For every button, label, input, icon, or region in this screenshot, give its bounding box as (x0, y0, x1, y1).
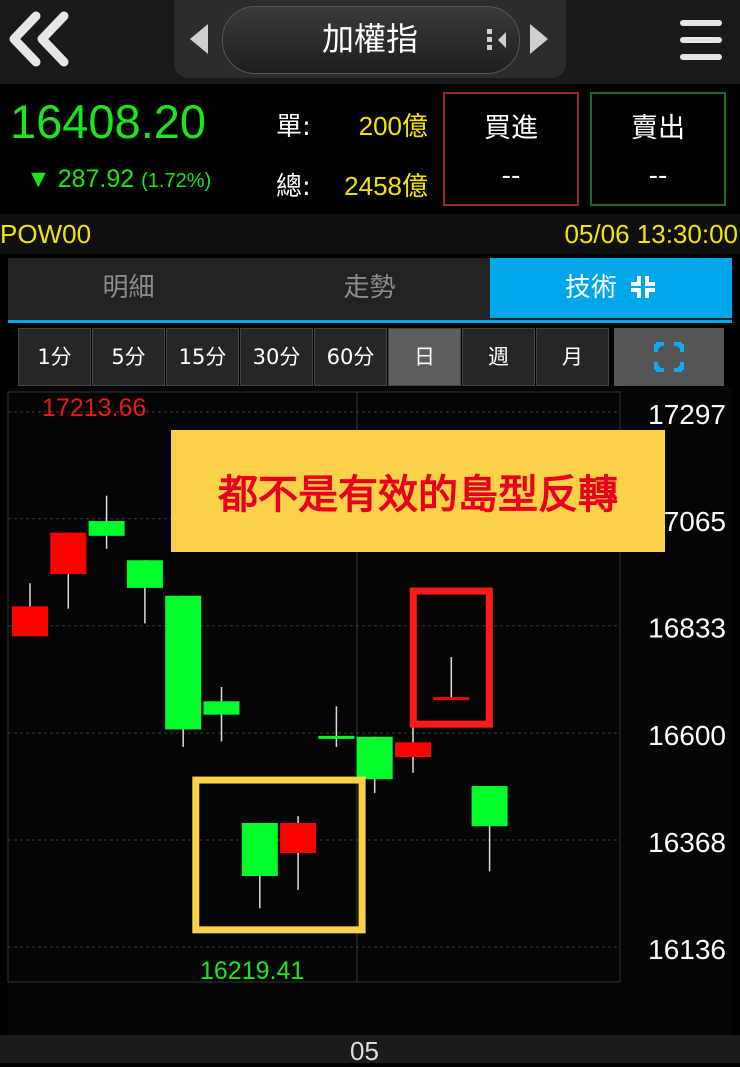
candle-body[interactable] (318, 735, 355, 739)
x-tick-label: 05 (350, 1036, 379, 1066)
min-price-label: 16219.41 (200, 957, 304, 985)
candle-body[interactable] (165, 595, 202, 730)
candle-body[interactable] (12, 606, 48, 637)
highlight-box-yellow (192, 776, 366, 934)
y-tick-label: 16368 (648, 827, 726, 858)
max-price-label: 17213.66 (42, 394, 146, 422)
candle-body[interactable] (50, 532, 87, 575)
candle-body[interactable] (203, 701, 240, 715)
candle-body[interactable] (241, 822, 278, 876)
candle-body[interactable] (433, 697, 470, 701)
candlestick-chart[interactable]: 17297170651683316600163681613617213.6616… (0, 0, 740, 1063)
y-tick-label: 17297 (648, 399, 726, 430)
candle-body[interactable] (395, 742, 431, 758)
y-tick-label: 16833 (648, 613, 726, 644)
y-tick-label: 16136 (648, 934, 726, 965)
annotation-text: 都不是有效的島型反轉 (217, 472, 618, 518)
candle-body[interactable] (471, 786, 508, 827)
candle-body[interactable] (280, 822, 317, 853)
candle-body[interactable] (88, 521, 125, 536)
y-tick-label: 16600 (648, 720, 726, 751)
candle-body[interactable] (356, 736, 393, 780)
candle-body[interactable] (126, 560, 163, 588)
